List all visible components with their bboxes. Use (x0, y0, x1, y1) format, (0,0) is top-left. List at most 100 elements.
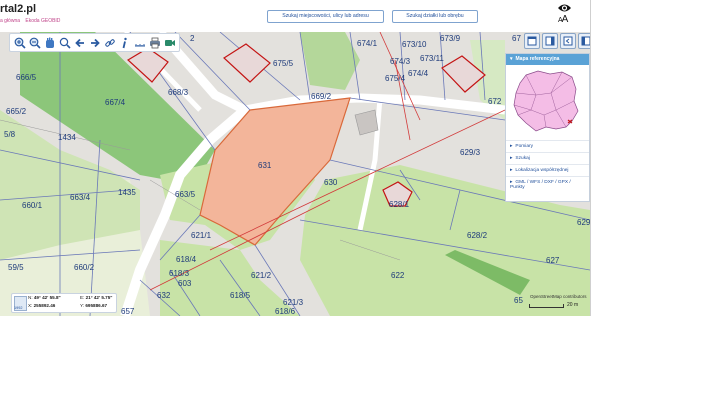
parcel-label: 663/5 (175, 190, 196, 199)
parcel-label: 632 (157, 291, 171, 300)
parcel-label: 618/3 (169, 269, 190, 278)
coord-e: E: 21° 42' 5.75" (80, 295, 112, 300)
parcel-label: 674/4 (408, 69, 429, 78)
search-address-button[interactable]: Szukaj miejscowości, ulicy lub adresu (267, 10, 384, 23)
parcel-label: 5/8 (4, 130, 16, 139)
reference-map-title: Mapa referencyjna (515, 56, 560, 62)
coord-x-label: X: (28, 303, 33, 308)
parcel-label: 660/1 (22, 201, 43, 210)
parcel-label: 657 (121, 307, 135, 316)
parcel-label: 630 (324, 178, 338, 187)
parcel-label: 674/1 (357, 39, 378, 48)
parcel-label: 660/2 (74, 263, 95, 272)
coordinates-box: N: 49° 42' 55.8" E: 21° 42' 5.75" X: 255… (11, 293, 117, 313)
pan-hand-icon[interactable] (42, 35, 57, 50)
parcel-label: 666/5 (16, 73, 37, 82)
side-panel: ▾ Mapa referencyjna ▸ Pomiary ▸ Szukaj ▸ Lok… (505, 53, 590, 202)
print-icon[interactable] (147, 35, 162, 50)
parcel-label: 618/6 (275, 307, 296, 316)
coord-x: X: 255892.46 (28, 303, 55, 308)
scale-bar-line (529, 304, 564, 308)
info-icon[interactable] (117, 35, 132, 50)
search-parcel-button[interactable]: Szukaj działki lub obrębu (392, 10, 478, 23)
parcel-label: 665/2 (6, 107, 27, 116)
parcel-label: 628/2 (467, 231, 488, 240)
parcel-label: 2 (190, 34, 195, 43)
chevron-down-icon: ▾ (510, 56, 513, 62)
link-ekoda[interactable]: Ekoda GEOBID (25, 18, 60, 24)
coord-x-value: 255892.46 (33, 303, 56, 308)
app-window: rtal2.pl a główna Ekoda GEOBID Szukaj mi… (0, 0, 591, 316)
reference-map-header[interactable]: ▾ Mapa referencyjna (506, 54, 589, 65)
chevron-right-icon: ▸ (510, 156, 513, 161)
parcel-label: 1435 (118, 188, 136, 197)
panel-item-coordinates[interactable]: ▸ Lokalizacja współrzędnej (506, 164, 589, 176)
parcel-label: 603 (178, 279, 192, 288)
right-tools (524, 33, 590, 49)
coord-n-label: N: (28, 295, 33, 300)
zoom-out-icon[interactable] (27, 35, 42, 50)
parcel-label: 675/4 (385, 74, 406, 83)
parcel-label: 673/9 (440, 34, 461, 43)
parcel-label: 673/10 (402, 40, 427, 49)
site-title[interactable]: rtal2.pl (0, 3, 36, 15)
coord-e-value: 21° 42' 5.75" (85, 295, 113, 300)
map-canvas[interactable]: 666/5 667/4 665/2 1434 5/8 660/1 663/4 1… (0, 32, 590, 316)
parcel-label: 59/5 (8, 263, 24, 272)
coord-n: N: 49° 42' 55.8" (28, 295, 61, 300)
link-icon[interactable] (102, 35, 117, 50)
collapse-left-icon[interactable] (560, 33, 576, 49)
parcel-label: 631 (258, 161, 272, 170)
parcel-label: 621/2 (251, 271, 272, 280)
font-size-large: A (561, 14, 569, 25)
parcel-label: 629 (577, 218, 590, 227)
chevron-right-icon: ▸ (510, 144, 513, 149)
zoom-in-icon[interactable] (12, 35, 27, 50)
parcel-label: 673/11 (420, 54, 444, 63)
scale-label: 20 m (567, 302, 579, 308)
datum-label: 1992 (14, 306, 23, 310)
parcel-label: 668/3 (168, 88, 189, 97)
panel-item-measurements[interactable]: ▸ Pomiary (506, 140, 589, 152)
header: rtal2.pl a główna Ekoda GEOBID Szukaj mi… (0, 0, 590, 32)
parcel-label: 663/4 (70, 193, 91, 202)
map-attribution[interactable]: OpenStreetMap contributors (530, 294, 587, 299)
camera-icon[interactable] (162, 35, 177, 50)
parcel-label: 672 (488, 97, 502, 106)
panel-item-label: Szukaj (515, 156, 530, 161)
parcel-label: 65 (514, 296, 523, 305)
panel-item-label: GML / WFS / DXF / GPX / Punkty (510, 180, 571, 190)
parcel-label: 669/2 (311, 92, 332, 101)
parcel-label: 621/3 (283, 298, 304, 307)
measure-icon[interactable] (132, 35, 147, 50)
panel-item-label: Pomiary (515, 144, 534, 149)
coord-e-label: E: (80, 295, 85, 300)
map-toolbar (9, 33, 180, 52)
parcel-label: 627 (546, 256, 560, 265)
site-links: a główna Ekoda GEOBID (0, 18, 64, 24)
font-size-toggle[interactable]: AA (558, 14, 569, 25)
parcel-label: 667/4 (105, 98, 126, 107)
zoom-region-icon[interactable] (57, 35, 72, 50)
panel-item-search[interactable]: ▸ Szukaj (506, 152, 589, 164)
eye-icon[interactable] (557, 3, 572, 13)
coord-n-value: 49° 42' 55.8" (33, 295, 61, 300)
coord-y-label: Y: (80, 303, 85, 308)
layers-window-icon[interactable] (524, 33, 540, 49)
parcel-label: 622 (391, 271, 405, 280)
back-arrow-icon[interactable] (72, 35, 87, 50)
coord-y: Y: 695886.67 (80, 303, 107, 308)
link-home[interactable]: a główna (0, 18, 20, 24)
parcel-label: 674/3 (390, 57, 411, 66)
panel-item-label: Lokalizacja współrzędnej (515, 168, 569, 173)
parcel-label: 675/5 (273, 59, 294, 68)
forward-arrow-icon[interactable] (87, 35, 102, 50)
expand-right-icon[interactable] (578, 33, 590, 49)
parcel-label: 628/1 (389, 200, 410, 209)
reference-minimap[interactable] (506, 65, 589, 140)
panel-toggle-icon[interactable] (542, 33, 558, 49)
panel-item-gml[interactable]: ▸ GML / WFS / DXF / GPX / Punkty (506, 176, 589, 193)
parcel-label: 67 (512, 34, 521, 43)
coord-y-value: 695886.67 (85, 303, 108, 308)
chevron-right-icon: ▸ (510, 168, 513, 173)
